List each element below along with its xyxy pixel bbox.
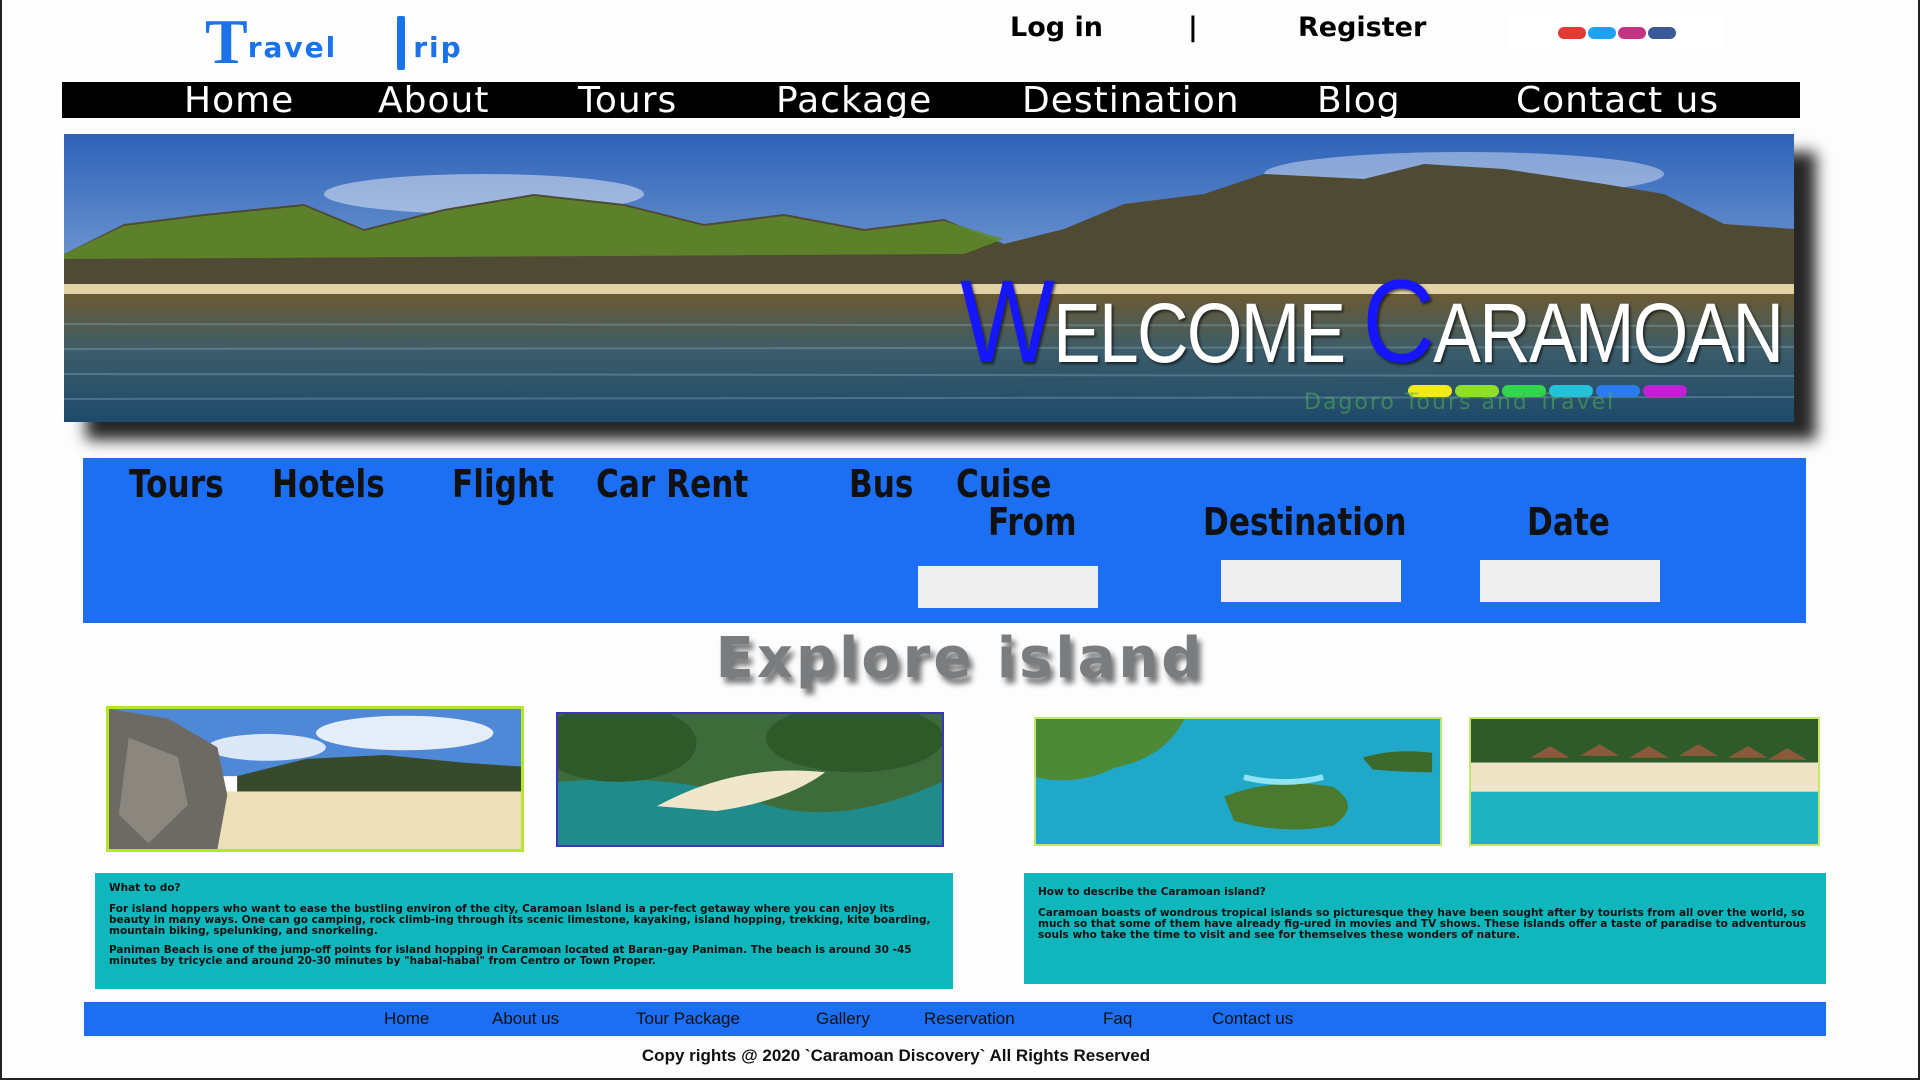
booking-panel: Tours Hotels Flight Car Rent Bus Cuise F… [83,458,1806,623]
instagram-icon[interactable] [1618,27,1646,39]
footer-nav-faq[interactable]: Faq [1103,1009,1132,1029]
island-photo-4-image [1471,719,1818,844]
info-right-paragraph-1: Caramoan boasts of wondrous tropical isl… [1038,907,1807,941]
nav-blog[interactable]: Blog [1317,80,1401,121]
island-photo-1[interactable] [106,706,524,852]
logo-bar [397,16,406,70]
nav-package[interactable]: Package [776,80,932,121]
island-photo-4[interactable] [1469,717,1820,846]
welcome-cap-w: W [959,256,1055,388]
info-box-what-to-do: What to do? For island hoppers who want … [95,873,953,989]
island-photo-3[interactable] [1034,717,1442,846]
facebook-icon[interactable] [1648,27,1676,39]
nav-about[interactable]: About [378,80,489,121]
island-photo-1-image [109,709,521,849]
footer-nav-tour-package[interactable]: Tour Package [636,1009,740,1029]
hero-banner: WELCOME CARAMOAN Dagoro Tours and Travel [64,134,1794,422]
footer-nav-reservation[interactable]: Reservation [924,1009,1015,1029]
info-right-heading: How to describe the Caramoan island? [1038,886,1266,898]
nav-contact[interactable]: Contact us [1516,80,1719,121]
footer-nav-home[interactable]: Home [384,1009,429,1029]
tab-tours[interactable]: Tours [129,462,224,506]
island-photo-3-image [1036,719,1440,844]
social-links [1508,16,1726,50]
welcome-word-2: ARAMOAN [1432,286,1784,380]
info-left-paragraph-1: For island hoppers who want to ease the … [109,903,931,937]
login-link[interactable]: Log in [1010,12,1103,43]
copyright-text: Copy rights @ 2020 `Caramoan Discovery` … [641,1046,1151,1065]
destination-label: Destination [1203,500,1407,544]
footer-nav-about[interactable]: About us [492,1009,559,1029]
island-photo-2[interactable] [556,712,944,847]
logo-initial: T [205,6,248,77]
welcome-cap-c: C [1362,256,1434,388]
hero-tagline: Dagoro Tours and Travel [1304,390,1616,415]
footer-nav-gallery[interactable]: Gallery [816,1009,870,1029]
info-box-describe: How to describe the Caramoan island? Car… [1024,873,1826,984]
auth-separator: | [1188,12,1198,43]
date-label: Date [1527,500,1610,544]
from-label: From [988,500,1077,544]
tab-bus[interactable]: Bus [849,462,913,506]
info-left-paragraph-2: Paniman Beach is one of the jump-off poi… [109,944,912,967]
date-input[interactable] [1480,560,1660,602]
tab-hotels[interactable]: Hotels [272,462,385,506]
island-photo-2-image [558,714,942,845]
explore-heading: Explore island [715,626,1205,691]
nav-home[interactable]: Home [184,80,294,121]
info-left-heading: What to do? [109,882,181,894]
site-logo[interactable]: T ravel rip [205,6,463,77]
from-input[interactable] [918,566,1098,608]
tab-flight[interactable]: Flight [452,462,554,506]
youtube-icon[interactable] [1558,27,1586,39]
main-nav: Home About Tours Package Destination Blo… [62,80,1800,121]
welcome-word-1: ELCOME [1052,286,1363,380]
hero-welcome-title: WELCOME CARAMOAN [959,254,1784,390]
footer-nav: Home About us Tour Package Gallery Reser… [84,1002,1826,1036]
nav-destination[interactable]: Destination [1022,80,1240,121]
footer-nav-contact[interactable]: Contact us [1212,1009,1293,1029]
tab-car-rent[interactable]: Car Rent [596,462,748,506]
register-link[interactable]: Register [1298,12,1426,43]
logo-word-1: ravel [247,31,338,64]
nav-tours[interactable]: Tours [578,80,677,121]
logo-word-2: rip [413,31,463,64]
twitter-icon[interactable] [1588,27,1616,39]
destination-input[interactable] [1221,560,1401,602]
